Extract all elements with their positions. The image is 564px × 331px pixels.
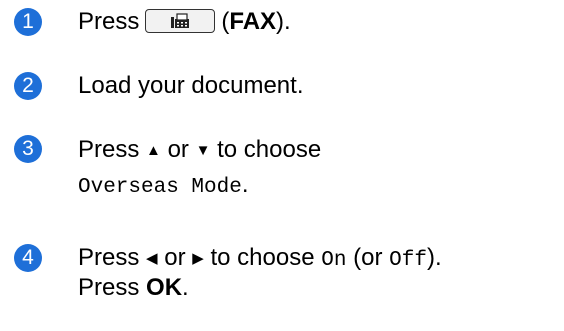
menu-line: Overseas Mode. <box>78 170 249 203</box>
menu-item-overseas-mode: Overseas Mode <box>78 176 242 199</box>
paren-close: ). <box>426 244 442 271</box>
to-choose-text: to choose <box>210 244 315 271</box>
fax-button[interactable] <box>145 8 216 33</box>
or-text: or <box>167 136 189 163</box>
down-arrow-icon: ▼ <box>195 142 211 159</box>
step-number-badge: 4 <box>14 244 42 272</box>
step-text-2: Press OK. <box>78 273 189 303</box>
press-text: Press <box>78 244 140 271</box>
ok-key-label: OK <box>146 274 183 301</box>
paren-close: ). <box>276 8 291 35</box>
press-text: Press <box>78 136 140 163</box>
option-on: On <box>321 249 347 272</box>
step-text: Load your document. <box>78 72 304 99</box>
step-text: Press ◀ or ▶ to choose On (or Off). <box>78 243 442 276</box>
fax-key-label: FAX <box>229 8 277 35</box>
press-text: Press <box>78 274 140 301</box>
press-text: Press <box>78 8 140 35</box>
fax-icon <box>171 13 190 28</box>
period: . <box>241 171 249 198</box>
step-text: Press ▲ or ▼ to choose <box>78 135 321 166</box>
left-arrow-icon: ◀ <box>146 250 158 267</box>
step-number-badge: 2 <box>14 72 42 100</box>
period: . <box>182 274 189 301</box>
option-off: Off <box>389 249 427 272</box>
or-paren-text: (or <box>353 244 383 271</box>
step-number-badge: 1 <box>14 8 42 36</box>
up-arrow-icon: ▲ <box>146 142 161 159</box>
to-choose-text: to choose <box>217 136 322 163</box>
or-text: or <box>164 244 186 271</box>
right-arrow-icon: ▶ <box>192 250 204 267</box>
step-text: Press (FAX). <box>78 7 291 37</box>
step-number-badge: 3 <box>14 135 42 163</box>
